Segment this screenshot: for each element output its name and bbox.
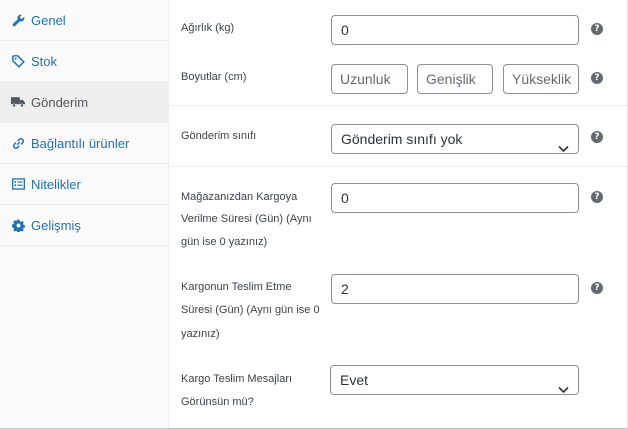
- tab-attributes[interactable]: Nitelikler: [0, 164, 169, 205]
- product-data-tabs: Genel Stok Gönderim Bağlantılı ürünler N…: [0, 0, 169, 428]
- dimensions-label: Boyutlar (cm): [181, 71, 247, 83]
- section-divider: [170, 166, 627, 167]
- help-icon[interactable]: ?: [591, 282, 603, 294]
- weight-label: Ağırlık (kg): [181, 22, 235, 34]
- delivery-days-label-line3: yazınız): [181, 328, 220, 340]
- tag-icon: [11, 54, 25, 68]
- tab-label: Gönderim: [31, 94, 89, 110]
- delivery-messages-value: Evet: [340, 372, 369, 388]
- list-icon: [11, 177, 25, 191]
- tab-label: Nitelikler: [31, 176, 81, 192]
- wrench-icon: [11, 13, 25, 27]
- truck-icon: [11, 95, 25, 109]
- height-input[interactable]: Yükseklik: [503, 64, 579, 94]
- delivery-days-label-line2: Süresi (Gün) (Aynı gün ise 0: [181, 304, 320, 316]
- tab-label: Gelişmiş: [31, 217, 81, 233]
- section-divider: [170, 105, 627, 106]
- tab-label: Stok: [31, 53, 58, 69]
- shipping-class-label: Gönderim sınıfı: [181, 130, 257, 142]
- tab-advanced[interactable]: Gelişmiş: [0, 205, 169, 246]
- delivery-messages-select[interactable]: Evet: [330, 365, 579, 395]
- shipping-class-select[interactable]: Gönderim sınıfı yok: [331, 124, 579, 154]
- gear-icon: [11, 218, 25, 232]
- width-input[interactable]: Genişlik: [417, 64, 493, 94]
- tab-general[interactable]: Genel: [0, 0, 169, 41]
- handover-days-label-line3: gün ise 0 yazınız): [181, 236, 268, 248]
- help-icon[interactable]: ?: [591, 23, 603, 35]
- handover-days-label-line2: Verilme Süresi (Gün) (Aynı: [181, 213, 312, 225]
- chevron-down-icon: [558, 375, 569, 403]
- delivery-messages-label-line2: Görünsün mü?: [181, 396, 254, 408]
- chevron-down-icon: [558, 134, 569, 162]
- help-icon[interactable]: ?: [591, 72, 603, 84]
- delivery-days-label-line1: Kargonun Teslim Etme: [181, 281, 292, 293]
- tab-shipping[interactable]: Gönderim: [0, 82, 169, 123]
- delivery-days-input[interactable]: 2: [331, 274, 579, 304]
- product-data-panel: Genel Stok Gönderim Bağlantılı ürünler N…: [0, 0, 628, 429]
- help-icon[interactable]: ?: [591, 131, 603, 143]
- tab-label: Bağlantılı ürünler: [31, 135, 130, 151]
- tab-inventory[interactable]: Stok: [0, 41, 169, 82]
- link-icon: [11, 136, 25, 150]
- weight-input[interactable]: 0: [331, 15, 579, 45]
- handover-days-input[interactable]: 0: [331, 183, 579, 213]
- length-input[interactable]: Uzunluk: [331, 64, 408, 94]
- shipping-class-value: Gönderim sınıfı yok: [341, 131, 463, 147]
- help-icon[interactable]: ?: [591, 191, 603, 203]
- handover-days-label-line1: Mağazanızdan Kargoya: [181, 191, 298, 203]
- tab-linked-products[interactable]: Bağlantılı ürünler: [0, 123, 169, 164]
- delivery-messages-label-line1: Kargo Teslim Mesajları: [181, 373, 293, 385]
- shipping-options-panel: Ağırlık (kg) 0 ? Boyutlar (cm) Uzunluk G…: [170, 0, 627, 428]
- tab-label: Genel: [31, 12, 66, 28]
